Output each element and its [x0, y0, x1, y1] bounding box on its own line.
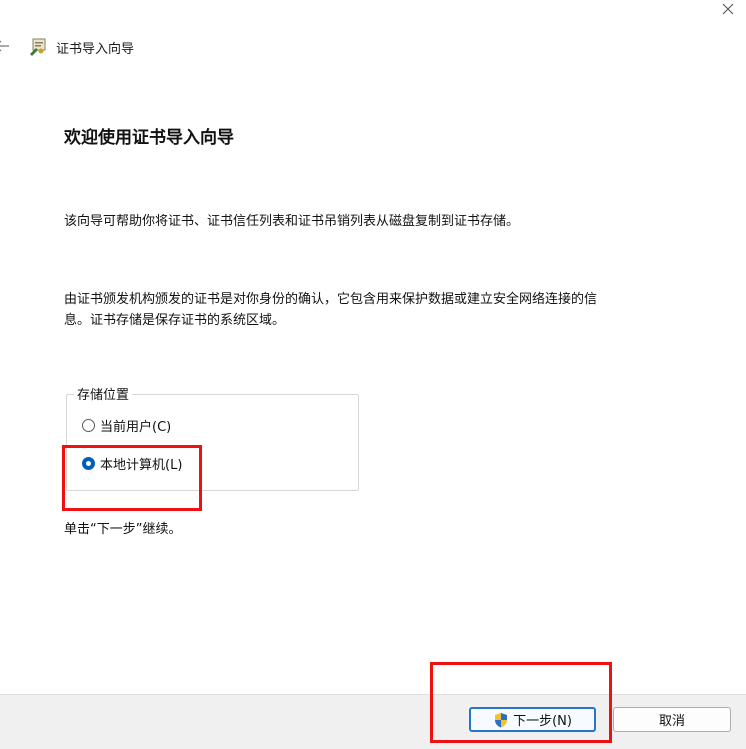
- close-icon: [722, 3, 734, 15]
- back-button[interactable]: [0, 38, 10, 56]
- store-location-legend: 存储位置: [74, 384, 133, 403]
- radio-current-user-label: 当前用户(C): [100, 420, 172, 435]
- highlight-box-local-machine: [62, 445, 202, 511]
- cancel-button[interactable]: 取消: [613, 707, 731, 732]
- wizard-title: 证书导入向导: [56, 41, 135, 57]
- continue-instruction: 单击“下一步”继续。: [64, 522, 182, 537]
- detail-text-line-1: 由证书颁发机构颁发的证书是对你身份的确认，它包含用来保护数据或建立安全网络连接的…: [64, 292, 598, 307]
- wizard-header: 证书导入向导: [28, 36, 134, 58]
- detail-text-line-2: 息。证书存储是保存证书的系统区域。: [64, 313, 286, 328]
- radio-current-user[interactable]: 当前用户(C): [82, 416, 171, 435]
- page-heading: 欢迎使用证书导入向导: [64, 128, 234, 148]
- intro-text: 该向导可帮助你将证书、证书信任列表和证书吊销列表从磁盘复制到证书存储。: [64, 214, 520, 229]
- certificate-icon: [30, 38, 46, 56]
- highlight-box-next-button: [430, 662, 612, 743]
- close-button[interactable]: [716, 0, 740, 18]
- cancel-button-label: 取消: [658, 714, 685, 729]
- detail-text: 由证书颁发机构颁发的证书是对你身份的确认，它包含用来保护数据或建立安全网络连接的…: [64, 289, 704, 331]
- radio-current-user-indicator[interactable]: [82, 419, 95, 432]
- back-arrow-icon: [0, 40, 9, 52]
